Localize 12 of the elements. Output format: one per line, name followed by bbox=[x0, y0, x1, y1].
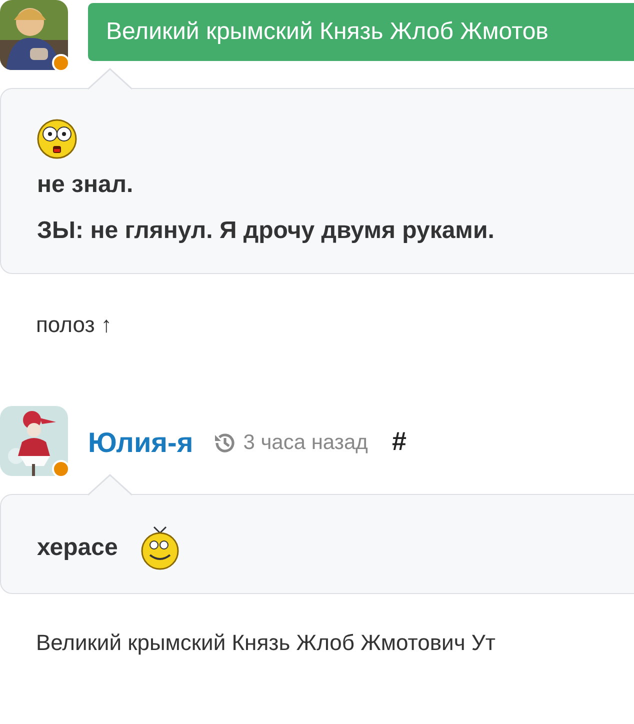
author-link[interactable]: Юлия-я bbox=[88, 423, 194, 459]
reply-text: Великий крымский Князь Жлоб Жмотович Ут bbox=[35, 630, 496, 656]
message-text: херасе bbox=[37, 534, 118, 562]
author-name-badge[interactable]: Великий крымский Князь Жлоб Жмотов bbox=[88, 3, 634, 61]
grinning-smiley-icon bbox=[140, 525, 180, 571]
post-time: 3 часа назад bbox=[243, 431, 368, 455]
history-icon[interactable] bbox=[213, 431, 238, 455]
message-text: ЗЫ: не глянул. Я дрочу двумя руками. bbox=[37, 217, 494, 245]
message-text: не знал. bbox=[37, 171, 134, 199]
shocked-smiley-icon bbox=[37, 119, 77, 159]
reply-text: полоз ↑ bbox=[35, 312, 113, 338]
permalink[interactable]: # bbox=[392, 426, 406, 456]
